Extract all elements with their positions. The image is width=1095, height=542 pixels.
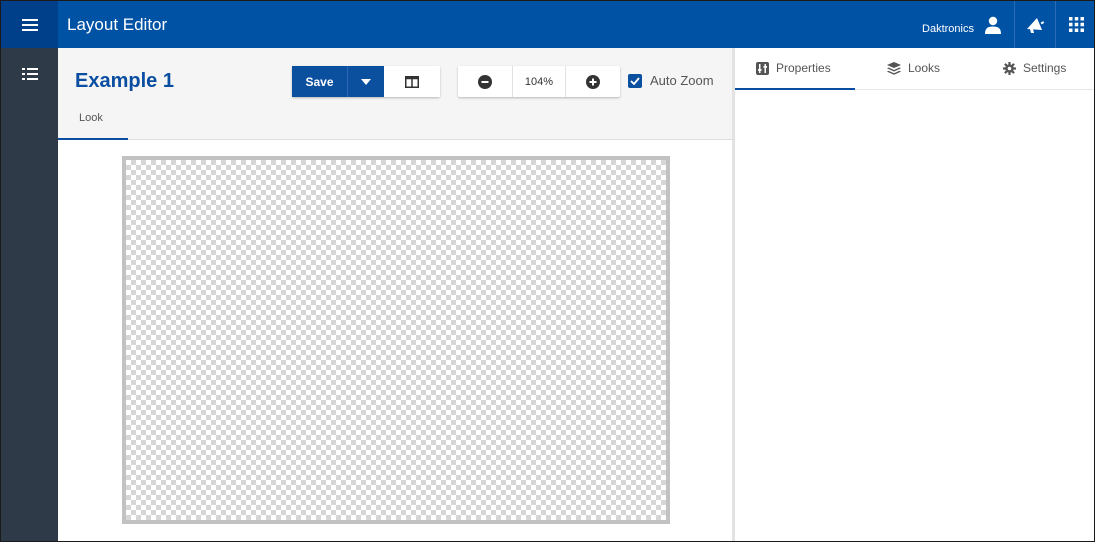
zoom-controls: 104%: [458, 66, 620, 97]
zoom-out-button[interactable]: [458, 66, 512, 97]
checkmark-icon: [630, 76, 640, 85]
tab-settings-label: Settings: [1023, 61, 1067, 75]
side-panel-tabs: Properties Looks Settings: [735, 48, 1094, 90]
side-panel: Properties Looks Settings: [735, 48, 1094, 541]
top-bar-actions: Daktronics: [922, 1, 1094, 48]
auto-zoom-checkbox[interactable]: [628, 73, 642, 88]
document-title: Example 1: [75, 70, 174, 92]
app-title: Layout Editor: [67, 14, 168, 34]
main-menu-button[interactable]: [1, 1, 58, 48]
layout-canvas[interactable]: [122, 156, 670, 524]
layout-toggle-button[interactable]: [384, 66, 440, 97]
user-menu[interactable]: Daktronics: [922, 1, 1014, 48]
zoom-level: 104%: [512, 66, 566, 97]
tab-looks-label: Looks: [908, 61, 941, 75]
auto-zoom-toggle[interactable]: Auto Zoom: [628, 73, 714, 88]
hamburger-icon: [21, 18, 38, 31]
tab-properties[interactable]: Properties: [735, 48, 855, 90]
list-icon: [21, 68, 38, 80]
apps-button[interactable]: [1056, 1, 1094, 48]
tab-look[interactable]: Look: [58, 111, 128, 140]
user-name: Daktronics: [922, 22, 974, 35]
tab-settings[interactable]: Settings: [1003, 48, 1094, 90]
gear-icon: [1003, 62, 1016, 75]
plus-circle-icon: [586, 74, 600, 89]
tab-looks[interactable]: Looks: [887, 48, 987, 90]
save-button-group: Save: [292, 66, 440, 97]
user-icon: [985, 16, 1001, 34]
megaphone-icon: [1027, 17, 1045, 33]
grid-apps-icon: [1068, 17, 1084, 32]
minus-circle-icon: [478, 74, 492, 89]
left-rail: [1, 1, 58, 541]
editor-header: Example 1 Save 104% Auto Zoom Look: [58, 48, 732, 140]
outline-toggle-button[interactable]: [1, 59, 58, 89]
auto-zoom-label: Auto Zoom: [650, 73, 714, 88]
properties-icon: [756, 62, 769, 75]
app-window: Layout Editor Daktronics Example 1 Save …: [0, 0, 1095, 542]
save-button[interactable]: Save: [292, 66, 348, 97]
tab-properties-label: Properties: [776, 61, 831, 75]
zoom-in-button[interactable]: [566, 66, 620, 97]
layout-columns-icon: [405, 75, 419, 88]
layers-icon: [887, 62, 901, 75]
save-options-button[interactable]: [348, 66, 384, 97]
canvas-area: [58, 140, 732, 541]
announcements-button[interactable]: [1015, 1, 1055, 48]
top-bar: Layout Editor Daktronics: [58, 1, 1094, 48]
caret-down-icon: [361, 78, 371, 85]
